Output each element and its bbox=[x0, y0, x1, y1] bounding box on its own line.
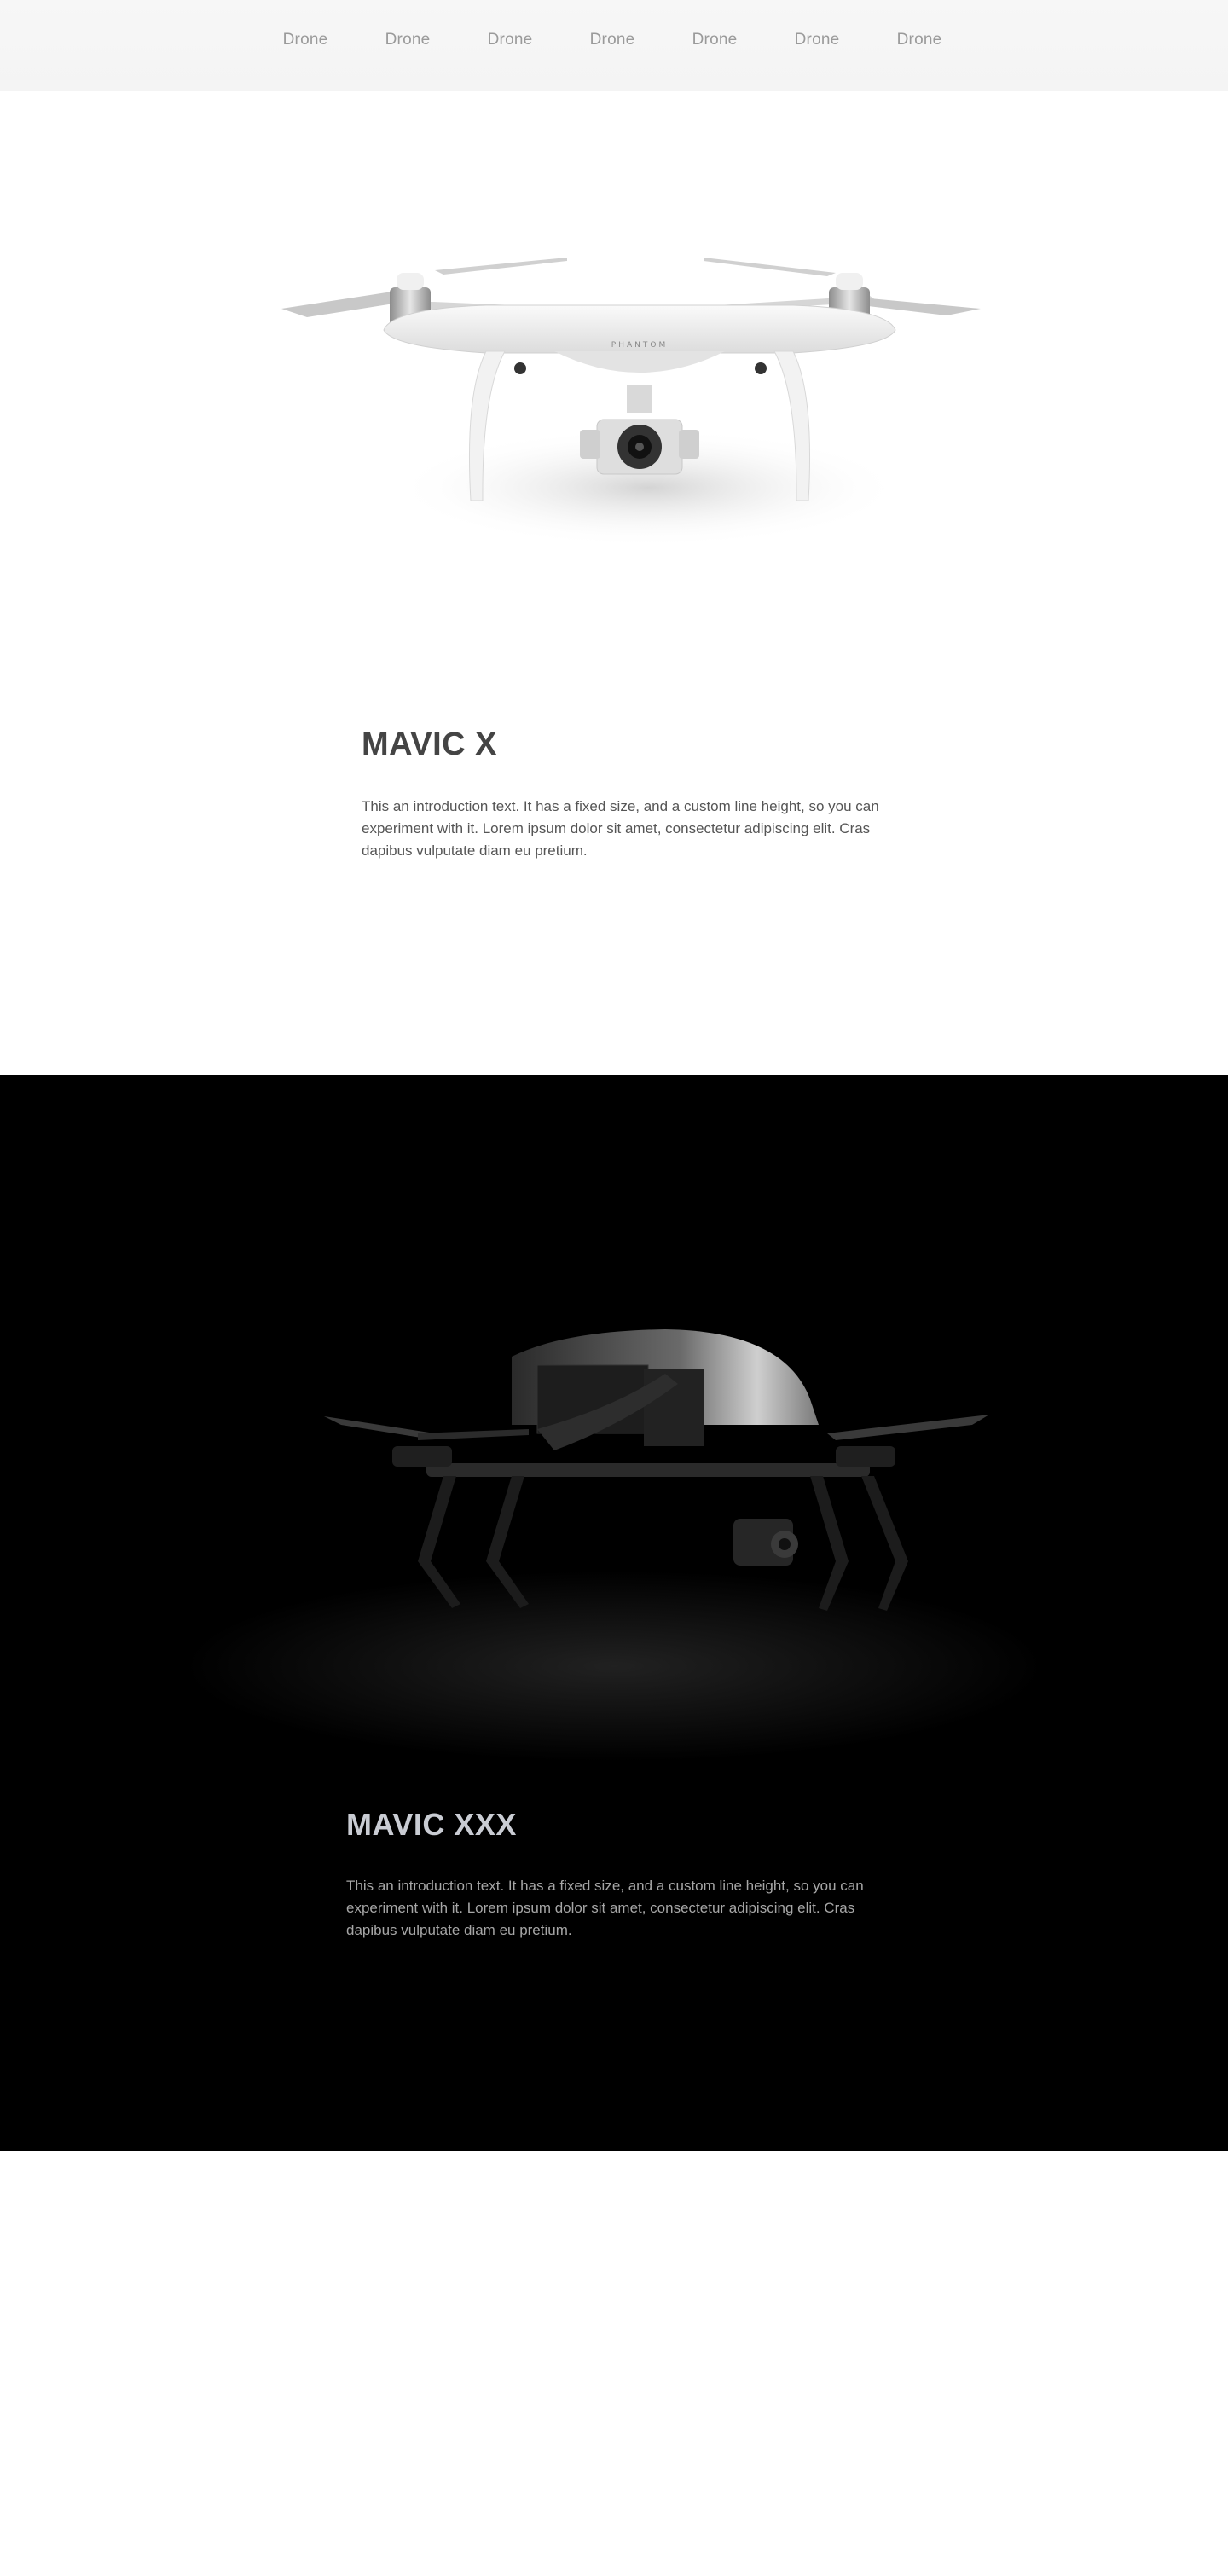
product-title: MAVIC XXX bbox=[346, 1807, 517, 1842]
nav-item-drone-3[interactable]: Drone bbox=[476, 31, 544, 49]
nav-item-drone-2[interactable]: Drone bbox=[374, 31, 442, 49]
nav-item-drone-7[interactable]: Drone bbox=[885, 31, 953, 49]
product-intro-text: This an introduction text. It has a fixe… bbox=[346, 1878, 864, 1938]
product-image-phantom: PHANTOM bbox=[281, 258, 981, 547]
nav-item-drone-1[interactable]: Drone bbox=[271, 31, 339, 49]
nav-item-drone-5[interactable]: Drone bbox=[681, 31, 749, 49]
product-section-light: PHANTOM MAVIC X This an introduction tex… bbox=[0, 91, 1228, 1075]
product-title: MAVIC X bbox=[362, 726, 498, 762]
top-nav: Drone Drone Drone Drone Drone Drone Dron… bbox=[0, 0, 1228, 92]
product-section-dark: MAVIC XXX This an introduction text. It … bbox=[0, 1075, 1228, 2151]
blank-footer-area bbox=[0, 2151, 1228, 2576]
product-image-inspire bbox=[324, 1329, 989, 1611]
product-intro-text: This an introduction text. It has a fixe… bbox=[362, 798, 879, 859]
phantom-badge: PHANTOM bbox=[611, 341, 668, 350]
nav-item-drone-6[interactable]: Drone bbox=[783, 31, 851, 49]
nav-item-drone-4[interactable]: Drone bbox=[578, 31, 646, 49]
